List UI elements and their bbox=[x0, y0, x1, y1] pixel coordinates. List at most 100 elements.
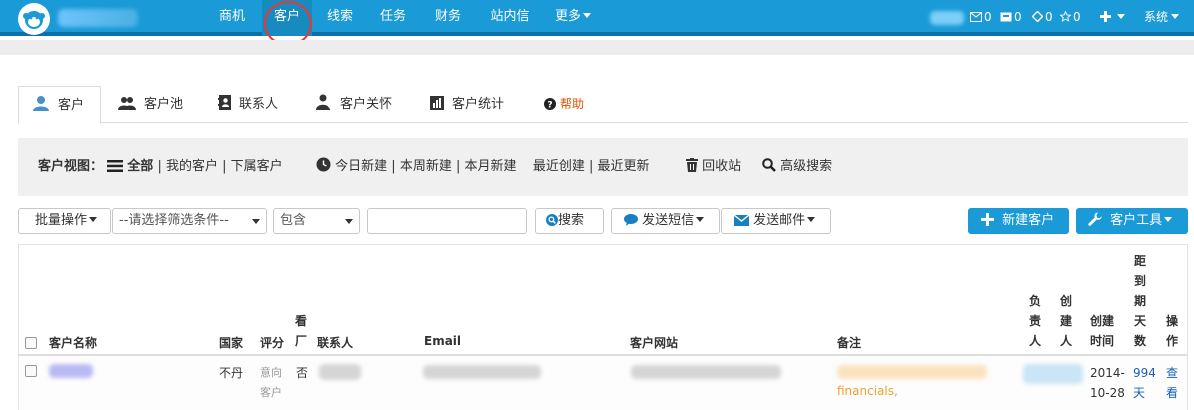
chevron-down-icon bbox=[696, 217, 705, 222]
tab-customer-pool[interactable]: 客户池 bbox=[118, 86, 183, 123]
filter-recent-created[interactable]: 最近创建 bbox=[533, 159, 585, 174]
nav-item-more[interactable]: 更多 bbox=[550, 0, 596, 36]
header-char: 负 bbox=[1028, 294, 1041, 308]
brand-name-blurred bbox=[58, 9, 138, 27]
header-country[interactable]: 国家 bbox=[219, 334, 243, 351]
owner-creator-blurred bbox=[1023, 364, 1083, 384]
days-unit: 天 bbox=[1133, 386, 1146, 400]
header-created-time[interactable]: 创建 时间 bbox=[1090, 311, 1114, 351]
nav-item-tasks[interactable]: 任务 bbox=[370, 0, 416, 36]
tab-customer-stats[interactable]: 客户统计 bbox=[430, 86, 504, 123]
header-char: 天 bbox=[1133, 314, 1146, 328]
recycle-bin-label: 回收站 bbox=[702, 159, 742, 174]
cell-created-time: 2014- 10-28 bbox=[1090, 363, 1125, 403]
view-all[interactable]: 全部 bbox=[127, 159, 153, 174]
send-sms-dropdown[interactable]: 发送短信 bbox=[611, 208, 720, 234]
chevron-down-icon bbox=[1164, 217, 1173, 222]
customer-tabs: 客户 客户池 联系人 客户关怀 客户统计 ? 帮助 bbox=[18, 86, 1188, 124]
filter-today-new[interactable]: 今日新建 bbox=[335, 159, 387, 174]
new-customer-label: 新建客户 bbox=[1002, 213, 1055, 228]
advanced-search-link[interactable]: 高级搜索 bbox=[762, 138, 832, 196]
inbox-count[interactable]: 0 bbox=[1000, 0, 1022, 36]
search-input[interactable] bbox=[367, 208, 527, 234]
operator-select[interactable]: 包含 bbox=[273, 208, 360, 234]
customer-name-blurred[interactable] bbox=[49, 364, 93, 378]
separator: | bbox=[222, 159, 227, 174]
chevron-down-icon bbox=[1117, 14, 1125, 19]
nav-more-label: 更多 bbox=[554, 9, 581, 24]
system-menu[interactable]: 系统 bbox=[1144, 0, 1180, 36]
created-time-line: 10-28 bbox=[1090, 386, 1125, 400]
send-email-dropdown[interactable]: 发送邮件 bbox=[721, 208, 831, 234]
diamond-icon bbox=[1031, 10, 1044, 23]
star-icon bbox=[1059, 10, 1072, 22]
nav-item-opportunities[interactable]: 商机 bbox=[208, 0, 256, 36]
created-time-line: 2014- bbox=[1090, 366, 1125, 380]
row-checkbox[interactable] bbox=[25, 365, 37, 377]
task-count[interactable]: 0 bbox=[1031, 0, 1053, 36]
add-menu[interactable] bbox=[1100, 0, 1125, 36]
address-book-icon bbox=[218, 95, 231, 110]
header-factory-visit[interactable]: 看 厂 bbox=[294, 311, 308, 351]
envelope-icon bbox=[733, 214, 750, 226]
filter-condition-select[interactable]: --请选择筛选条件-- bbox=[112, 208, 267, 234]
header-remark[interactable]: 备注 bbox=[837, 334, 861, 351]
header-customer-name[interactable]: 客户名称 bbox=[49, 334, 97, 351]
header-char: 作 bbox=[1165, 334, 1178, 348]
view-prefix: 客户视图： bbox=[38, 159, 104, 174]
system-label: 系统 bbox=[1144, 10, 1169, 24]
header-rating[interactable]: 评分 bbox=[260, 334, 284, 351]
view-sub-customers[interactable]: 下属客户 bbox=[231, 159, 283, 174]
user-care-icon bbox=[316, 94, 333, 110]
advanced-search-label: 高级搜索 bbox=[780, 159, 833, 174]
nav-item-leads[interactable]: 线索 bbox=[318, 0, 362, 36]
recycle-bin-link[interactable]: 回收站 bbox=[686, 138, 741, 196]
search-button-label: 搜索 bbox=[558, 213, 585, 228]
filter-month-new[interactable]: 本月新建 bbox=[465, 159, 517, 174]
chevron-down-icon bbox=[583, 13, 591, 18]
tab-help[interactable]: ? 帮助 bbox=[544, 86, 584, 123]
view-link[interactable]: 查 看 bbox=[1166, 363, 1178, 403]
chevron-down-icon bbox=[89, 217, 98, 222]
view-selector: 客户视图： 全部 | 我的客户 | 下属客户 bbox=[38, 138, 283, 196]
nav-item-messages[interactable]: 站内信 bbox=[482, 0, 538, 36]
batch-actions-label: 批量操作 bbox=[35, 213, 88, 228]
table-row: 不丹 意向 客户 否 financials, 2014- 10-28 994 天… bbox=[19, 356, 1187, 410]
view-link-char: 查 bbox=[1166, 366, 1179, 380]
header-website[interactable]: 客户网站 bbox=[630, 334, 678, 351]
tab-customer-care[interactable]: 客户关怀 bbox=[316, 86, 392, 123]
bar-chart-icon bbox=[430, 96, 444, 110]
website-blurred bbox=[631, 365, 781, 379]
user-icon bbox=[33, 96, 49, 111]
favorite-count[interactable]: 0 bbox=[1059, 0, 1081, 36]
select-all-checkbox[interactable] bbox=[25, 337, 37, 349]
filter-week-new[interactable]: 本周新建 bbox=[400, 159, 452, 174]
header-days-to-expiry[interactable]: 距 到 期 天 数 bbox=[1133, 251, 1147, 351]
search-button[interactable]: 搜索 bbox=[535, 208, 604, 234]
cell-remark: financials, bbox=[837, 384, 898, 398]
tab-customers[interactable]: 客户 bbox=[18, 86, 101, 124]
filter-recent-updated[interactable]: 最近更新 bbox=[598, 159, 650, 174]
view-my-customers[interactable]: 我的客户 bbox=[166, 159, 218, 174]
logo-icon[interactable] bbox=[18, 3, 50, 35]
username-blurred bbox=[930, 11, 964, 25]
header-owner[interactable]: 负 责 人 bbox=[1028, 291, 1042, 351]
tab-label: 客户关怀 bbox=[340, 97, 393, 112]
new-customer-button[interactable]: 新建客户 bbox=[968, 208, 1069, 234]
nav-item-finance[interactable]: 财务 bbox=[424, 0, 472, 36]
tab-contacts[interactable]: 联系人 bbox=[218, 86, 278, 123]
chevron-down-icon bbox=[1171, 14, 1180, 19]
chevron-down-icon bbox=[345, 219, 353, 224]
mail-count[interactable]: 0 bbox=[970, 0, 992, 36]
inbox-count-value: 0 bbox=[1014, 10, 1022, 24]
tab-label: 帮助 bbox=[560, 97, 585, 111]
days-value: 994 bbox=[1133, 366, 1156, 380]
plus-icon bbox=[981, 213, 994, 226]
customer-tools-dropdown[interactable]: 客户工具 bbox=[1076, 208, 1188, 234]
time-filters: 今日新建 | 本周新建 | 本月新建 最近创建 | 最近更新 bbox=[316, 138, 650, 196]
header-email[interactable]: Email bbox=[424, 334, 461, 348]
header-contact[interactable]: 联系人 bbox=[317, 334, 353, 351]
cell-rating: 意向 客户 bbox=[260, 363, 282, 403]
header-creator[interactable]: 创 建 人 bbox=[1059, 291, 1073, 351]
batch-actions-dropdown[interactable]: 批量操作 bbox=[18, 208, 111, 234]
